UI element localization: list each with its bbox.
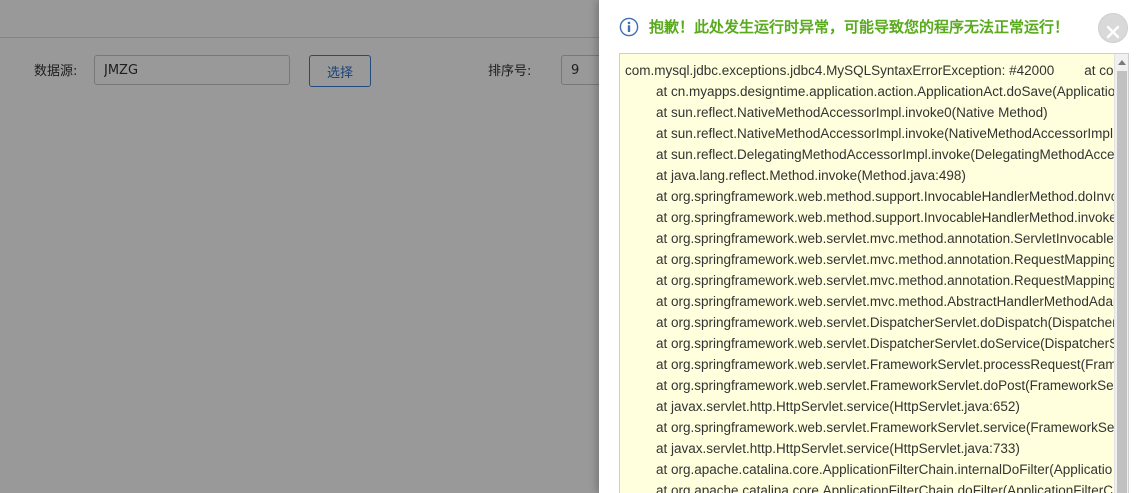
close-icon <box>1099 25 1127 39</box>
error-dialog: 抱歉！此处发生运行时异常，可能导致您的程序无法正常运行！ com.mysql.j… <box>599 0 1142 493</box>
stack-trace-line: at org.apache.catalina.core.ApplicationF… <box>656 483 1113 493</box>
stack-trace-line: at org.springframework.web.servlet.Frame… <box>656 420 1114 435</box>
stack-trace-line: at sun.reflect.NativeMethodAccessorImpl.… <box>656 105 1048 120</box>
stack-trace-line: at org.springframework.web.servlet.Frame… <box>656 378 1114 393</box>
stack-trace-line: at sun.reflect.NativeMethodAccessorImpl.… <box>656 126 1113 141</box>
stack-trace-line: at org.springframework.web.servlet.mvc.m… <box>656 252 1114 267</box>
close-button[interactable] <box>1098 13 1128 43</box>
stack-trace-line: at org.springframework.web.servlet.Frame… <box>656 357 1114 372</box>
stack-trace-line: at org.springframework.web.servlet.mvc.m… <box>656 273 1114 288</box>
stack-trace-line: com.mysql.jdbc.exceptions.jdbc4.MySQLSyn… <box>625 63 1114 78</box>
stack-trace-line: at org.apache.catalina.core.ApplicationF… <box>656 462 1113 477</box>
scroll-up-arrow-icon[interactable] <box>1115 54 1128 70</box>
stack-trace-box[interactable]: com.mysql.jdbc.exceptions.jdbc4.MySQLSyn… <box>619 53 1129 493</box>
error-dialog-header: 抱歉！此处发生运行时异常，可能导致您的程序无法正常运行！ <box>599 0 1142 52</box>
stack-trace-line: at cn.myapps.designtime.application.acti… <box>656 84 1114 99</box>
stack-trace-line: at sun.reflect.DelegatingMethodAccessorI… <box>656 147 1114 162</box>
stack-trace-line: at javax.servlet.http.HttpServlet.servic… <box>656 399 1020 414</box>
stack-trace-line: at org.springframework.web.servlet.Dispa… <box>656 315 1114 330</box>
stack-trace-line: at org.springframework.web.servlet.mvc.m… <box>656 231 1114 246</box>
page: 数据源: 选择 排序号: 抱歉！此处发生运行时异常，可能导致您的程序无法正常运行… <box>0 0 1142 493</box>
error-title: 抱歉！此处发生运行时异常，可能导致您的程序无法正常运行！ <box>649 18 1070 36</box>
stack-trace-line: at org.springframework.web.method.suppor… <box>656 189 1114 204</box>
stack-trace-line: at org.springframework.web.servlet.mvc.m… <box>656 294 1114 309</box>
stack-trace-line: at javax.servlet.http.HttpServlet.servic… <box>656 441 1020 456</box>
stack-trace-text: com.mysql.jdbc.exceptions.jdbc4.MySQLSyn… <box>620 60 1114 493</box>
scrollbar-thumb[interactable] <box>1117 71 1127 493</box>
vertical-scrollbar[interactable] <box>1114 54 1128 493</box>
stack-trace-line: at org.springframework.web.servlet.Dispa… <box>656 336 1114 351</box>
info-icon <box>619 17 639 37</box>
stack-trace-line: at org.springframework.web.method.suppor… <box>656 210 1114 225</box>
stack-trace-line: at java.lang.reflect.Method.invoke(Metho… <box>656 168 966 183</box>
